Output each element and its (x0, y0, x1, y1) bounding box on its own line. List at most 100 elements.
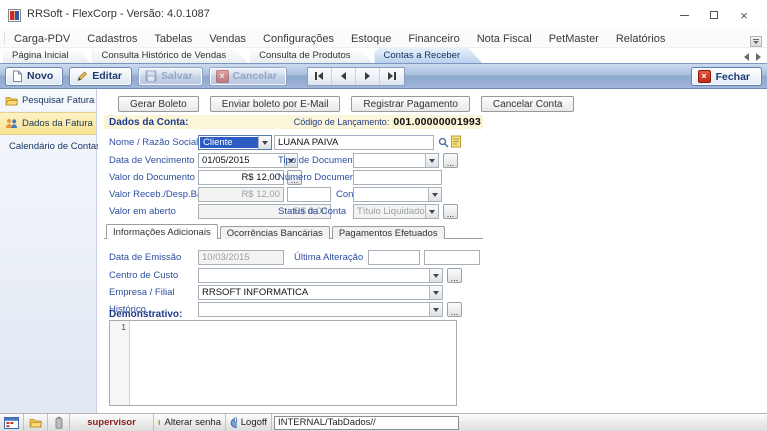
new-button[interactable]: Novo (5, 67, 63, 86)
registrar-pagamento-button[interactable]: Registrar Pagamento (351, 96, 470, 112)
menu-item-financeiro[interactable]: Financeiro (408, 33, 459, 45)
tab-consulta-produtos[interactable]: Consulta de Produtos (250, 48, 372, 63)
minimize-button[interactable] (669, 0, 699, 30)
dropdown-arrow-icon (432, 193, 438, 197)
cost-center-lookup-button[interactable]: ... (447, 268, 462, 283)
tab-pagamentos-efetuados[interactable]: Pagamentos Efetuados (332, 226, 445, 239)
battery-icon (55, 416, 63, 429)
current-path-field: INTERNAL/TabDados// (274, 416, 459, 430)
nav-next-button[interactable] (356, 68, 380, 85)
dropdown-arrow-icon (433, 274, 439, 278)
sidebar-item-pesquisar-fatura[interactable]: Pesquisar Fatura (0, 89, 96, 112)
name-value-field[interactable]: LUANA PAIVA (274, 135, 434, 150)
edit-button[interactable]: Editar (69, 67, 132, 86)
document-tab-bar: Página Inicial Consulta Histórico de Ven… (0, 48, 743, 63)
statement-editor[interactable]: 1 (109, 320, 457, 406)
folder-search-icon (5, 95, 18, 106)
cancelar-conta-button[interactable]: Cancelar Conta (481, 96, 574, 112)
menu-item-estoque[interactable]: Estoque (351, 33, 391, 45)
nav-first-icon (318, 72, 323, 80)
menu-item-tabelas[interactable]: Tabelas (154, 33, 192, 45)
sidebar: Pesquisar Fatura Dados da Fatura Calendá… (0, 89, 97, 413)
record-navigator (307, 67, 405, 86)
doc-value-label: Valor do Documento (109, 170, 195, 185)
issue-date-field[interactable]: 10/03/2015 (198, 250, 284, 265)
nav-first-button[interactable] (308, 68, 332, 85)
menu-item-cadastros[interactable]: Cadastros (87, 33, 137, 45)
menu-item-relatorios[interactable]: Relatórios (616, 33, 666, 45)
new-record-icon[interactable] (451, 135, 462, 148)
sidebar-item-dados-da-fatura[interactable]: Dados da Fatura (0, 112, 96, 135)
doc-number-field[interactable] (353, 170, 442, 185)
new-document-icon (12, 70, 23, 82)
statement-text-area[interactable] (130, 321, 456, 405)
tab-scroll-right-icon[interactable] (756, 53, 761, 61)
due-date-label: Data de Vencimento (109, 153, 195, 168)
statusbar-app-cell[interactable] (0, 414, 24, 431)
menu-item-carga-pdv[interactable]: Carga-PDV (14, 33, 70, 45)
dropdown-arrow-icon (429, 159, 435, 163)
last-change-field-2[interactable] (424, 250, 480, 265)
company-combo[interactable]: RRSOFT INFORMATICA (198, 285, 443, 300)
contas-a-receber-panel: Gerar Boleto Enviar boleto por E-Mail Re… (98, 89, 767, 413)
doc-value-field[interactable]: R$ 12,00 (198, 170, 284, 185)
nav-last-icon (388, 72, 393, 80)
dropdown-arrow-icon (433, 308, 439, 312)
enviar-boleto-email-button[interactable]: Enviar boleto por E-Mail (210, 96, 341, 112)
search-icon[interactable] (438, 137, 449, 148)
close-tab-button[interactable]: × Fechar (691, 67, 762, 86)
tab-scroll-left-icon[interactable] (744, 53, 749, 61)
menu-item-configuracoes[interactable]: Configurações (263, 33, 334, 45)
tab-contas-a-receber[interactable]: Contas a Receber (375, 48, 483, 63)
menu-bar: Carga-PDV Cadastros Tabelas Vendas Confi… (0, 30, 767, 48)
details-tab-bar: Informações Adicionais Ocorrências Bancá… (104, 224, 483, 239)
issue-date-label: Data de Emissão (109, 250, 181, 265)
tab-consulta-historico-vendas[interactable]: Consulta Histórico de Vendas (93, 48, 249, 63)
tab-scroller (744, 53, 761, 61)
menu-item-petmaster[interactable]: PetMaster (549, 33, 599, 45)
cancel-button[interactable]: × Cancelar (209, 67, 287, 86)
tab-pagina-inicial[interactable]: Página Inicial (3, 48, 91, 63)
statusbar-device-cell[interactable] (48, 414, 70, 431)
status-combo[interactable]: Título Liquidado (353, 204, 439, 219)
statusbar-filler (459, 414, 767, 431)
change-password-button[interactable]: Alterar senha (154, 414, 226, 431)
launch-code-value: 001.00000001993 (393, 116, 481, 128)
doc-type-combo[interactable] (353, 153, 439, 168)
checking-account-combo[interactable] (353, 187, 442, 202)
nav-next-icon (365, 72, 370, 80)
cost-center-combo[interactable] (198, 268, 443, 283)
company-label: Empresa / Filial (109, 285, 174, 300)
menu-item-vendas[interactable]: Vendas (209, 33, 246, 45)
logged-user-label: supervisor (70, 414, 154, 431)
status-lookup-button[interactable]: ... (443, 204, 458, 219)
received-value-field[interactable]: R$ 12,00 (198, 187, 284, 202)
launch-code-label: Código de Lançamento: (294, 117, 390, 127)
save-button[interactable]: Salvar (138, 67, 203, 86)
restore-button[interactable] (699, 0, 729, 30)
doc-type-lookup-button[interactable]: ... (443, 153, 458, 168)
doc-number-label: Número Documento (278, 170, 363, 185)
statusbar-folder-cell[interactable] (24, 414, 48, 431)
history-lookup-button[interactable]: ... (447, 302, 462, 317)
logoff-button[interactable]: Logoff (226, 414, 272, 431)
history-combo[interactable] (198, 302, 443, 317)
dropdown-arrow-icon (429, 210, 435, 214)
close-button[interactable]: × (729, 0, 759, 30)
tab-informacoes-adicionais[interactable]: Informações Adicionais (106, 224, 218, 239)
toolbar-overflow-button[interactable] (750, 36, 762, 47)
gerar-boleto-button[interactable]: Gerar Boleto (118, 96, 199, 112)
window-title: RRSoft - FlexCorp - Versão: 4.0.1087 (27, 8, 210, 20)
cancel-icon: × (216, 70, 229, 83)
menu-item-nota-fiscal[interactable]: Nota Fiscal (477, 33, 532, 45)
close-red-icon: × (698, 70, 711, 83)
open-value-label: Valor em aberto (109, 204, 176, 219)
nav-last-button[interactable] (380, 68, 404, 85)
tab-ocorrencias-bancarias[interactable]: Ocorrências Bancárias (220, 226, 330, 239)
name-type-combo[interactable]: Cliente (198, 135, 272, 150)
received-extra-field[interactable] (287, 187, 331, 202)
last-change-field-1[interactable] (368, 250, 420, 265)
sidebar-item-calendario-de-contas[interactable]: Calendário de Contas (0, 135, 96, 158)
nav-previous-button[interactable] (332, 68, 356, 85)
app-logo-icon (8, 9, 21, 22)
